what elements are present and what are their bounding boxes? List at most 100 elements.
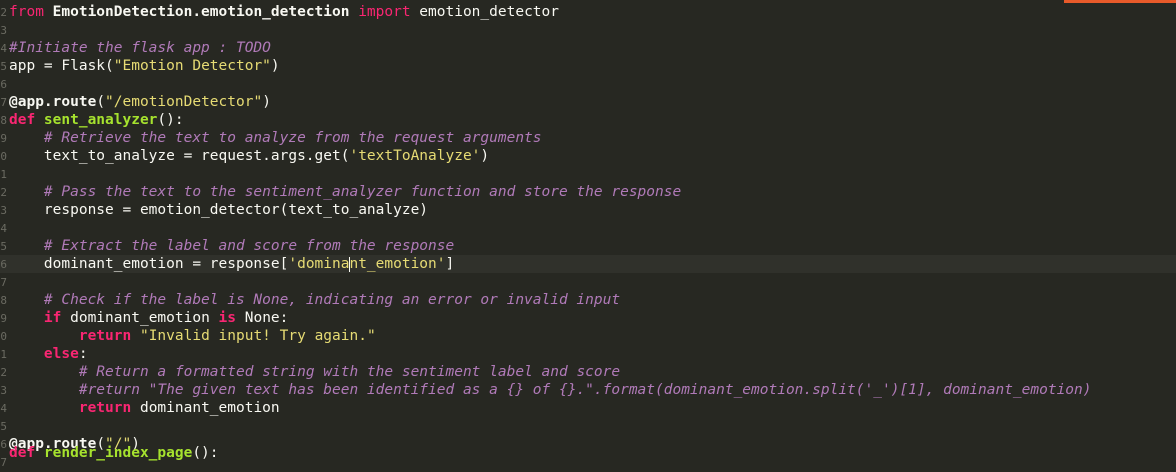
code-line[interactable]: 6 dominant_emotion = response['dominant_… (0, 255, 1176, 273)
code-line[interactable]: 0 return "Invalid input! Try again." (0, 327, 1176, 345)
code-token: 'domina (288, 256, 350, 272)
code-token: from (9, 4, 53, 20)
line-number: 6 (0, 438, 7, 451)
code-token: import (349, 4, 411, 20)
code-token: else (43, 346, 79, 362)
code-text: #return "The given text has been identif… (9, 381, 1092, 399)
code-line[interactable]: 4 #Initiate the flask app : TODO (0, 39, 1176, 57)
code-token: dominant_emotion (61, 310, 219, 326)
code-text: dominant_emotion = response['dominant_em… (9, 255, 454, 273)
code-text: return dominant_emotion (9, 399, 280, 417)
code-line[interactable]: 8 def sent_analyzer(): (0, 111, 1176, 129)
code-token: return (78, 328, 132, 344)
code-text: def sent_analyzer(): (9, 111, 184, 129)
code-token: "/emotionDetector" (105, 94, 263, 110)
code-token: ( (96, 94, 106, 110)
code-text: @app.route("/emotionDetector") (9, 93, 271, 111)
code-line[interactable]: 5 app = Flask("Emotion Detector") (0, 57, 1176, 75)
code-line[interactable]: 2 # Pass the text to the sentiment_analy… (0, 183, 1176, 201)
code-token: ] (445, 256, 455, 272)
code-token: render_index_page (43, 445, 193, 461)
code-text: # Check if the label is None, indicating… (9, 291, 620, 309)
line-number: 5 (0, 240, 7, 253)
line-number: 0 (0, 150, 7, 163)
code-token: 'textToAnalyze' (349, 148, 481, 164)
code-token: @app.route (9, 94, 97, 110)
code-line[interactable]: 7 (0, 273, 1176, 291)
line-number: 7 (0, 276, 7, 289)
code-text: # Pass the text to the sentiment_analyze… (9, 183, 681, 201)
code-token: EmotionDetection.emotion_detection (52, 4, 350, 20)
code-line[interactable]: 3 (0, 21, 1176, 39)
code-token: "Emotion Detector" (113, 58, 271, 74)
line-number: 8 (0, 294, 7, 307)
code-token: return (78, 400, 132, 416)
code-token: dominant_emotion (131, 400, 280, 416)
code-token: "Invalid input! Try again." (139, 328, 376, 344)
code-token: # Pass the text to the sentiment_analyze… (43, 184, 682, 200)
code-line[interactable]: 5 (0, 417, 1176, 435)
code-line[interactable]: 8 # Check if the label is None, indicati… (0, 291, 1176, 309)
code-text: #Initiate the flask app : TODO (9, 39, 271, 57)
code-token: emotion_detector (410, 4, 559, 20)
code-line[interactable]: 9 if dominant_emotion is None: (0, 309, 1176, 327)
code-line[interactable]: 4 return dominant_emotion (0, 399, 1176, 417)
code-line[interactable]: 2 # Return a formatted string with the s… (0, 363, 1176, 381)
code-token: nt_emotion' (349, 256, 446, 272)
code-line[interactable]: 9 # Retrieve the text to analyze from th… (0, 129, 1176, 147)
code-line[interactable]: 1 (0, 165, 1176, 183)
line-number: 4 (0, 402, 7, 415)
code-token: # Return a formatted string with the sen… (78, 364, 621, 380)
code-line[interactable]: 3 response = emotion_detector(text_to_an… (0, 201, 1176, 219)
code-text: response = emotion_detector(text_to_anal… (9, 201, 428, 219)
line-number: 5 (0, 420, 7, 433)
line-number: 1 (0, 168, 7, 181)
code-token: : (78, 346, 88, 362)
code-text: # Retrieve the text to analyze from the … (9, 129, 542, 147)
code-editor[interactable]: 2 from EmotionDetection.emotion_detection… (0, 3, 1176, 469)
code-text: if dominant_emotion is None: (9, 309, 288, 327)
code-line[interactable]: 6 (0, 75, 1176, 93)
code-line[interactable]: 4 (0, 219, 1176, 237)
code-token: ) (480, 148, 490, 164)
code-token: response = emotion_detector(text_to_anal… (9, 202, 429, 218)
line-number: 7 (0, 96, 7, 109)
line-number: 0 (0, 330, 7, 343)
code-token: is (218, 310, 236, 326)
code-line[interactable]: 7 @app.route("/emotionDetector") (0, 93, 1176, 111)
code-token: text_to_analyze = request.args.get( (9, 148, 350, 164)
line-number: 8 (0, 114, 7, 127)
code-token: (): (192, 445, 219, 461)
code-token: ) (262, 94, 271, 110)
code-token: (): (157, 112, 184, 128)
code-token: None: (236, 310, 289, 326)
code-line[interactable]: 7 def render_index_page(): (0, 445, 1176, 471)
code-line[interactable]: 1 else: (0, 345, 1176, 363)
code-text: # Extract the label and score from the r… (9, 237, 454, 255)
code-line[interactable]: 5 # Extract the label and score from the… (0, 237, 1176, 255)
line-number: 3 (0, 384, 7, 397)
code-token: # Retrieve the text to analyze from the … (43, 130, 542, 146)
code-line[interactable]: 2 from EmotionDetection.emotion_detection… (0, 3, 1176, 21)
code-token: app = Flask( (9, 58, 114, 74)
code-line[interactable]: 0 text_to_analyze = request.args.get('te… (0, 147, 1176, 165)
code-line[interactable]: 3 #return "The given text has been ident… (0, 381, 1176, 399)
code-token: def (9, 112, 44, 128)
line-number: 6 (0, 258, 7, 271)
code-text: from EmotionDetection.emotion_detection … (9, 3, 559, 21)
line-number: 1 (0, 348, 7, 361)
line-number: 2 (0, 186, 7, 199)
code-text: def render_index_page(): (9, 444, 219, 462)
code-token: ) (270, 58, 280, 74)
